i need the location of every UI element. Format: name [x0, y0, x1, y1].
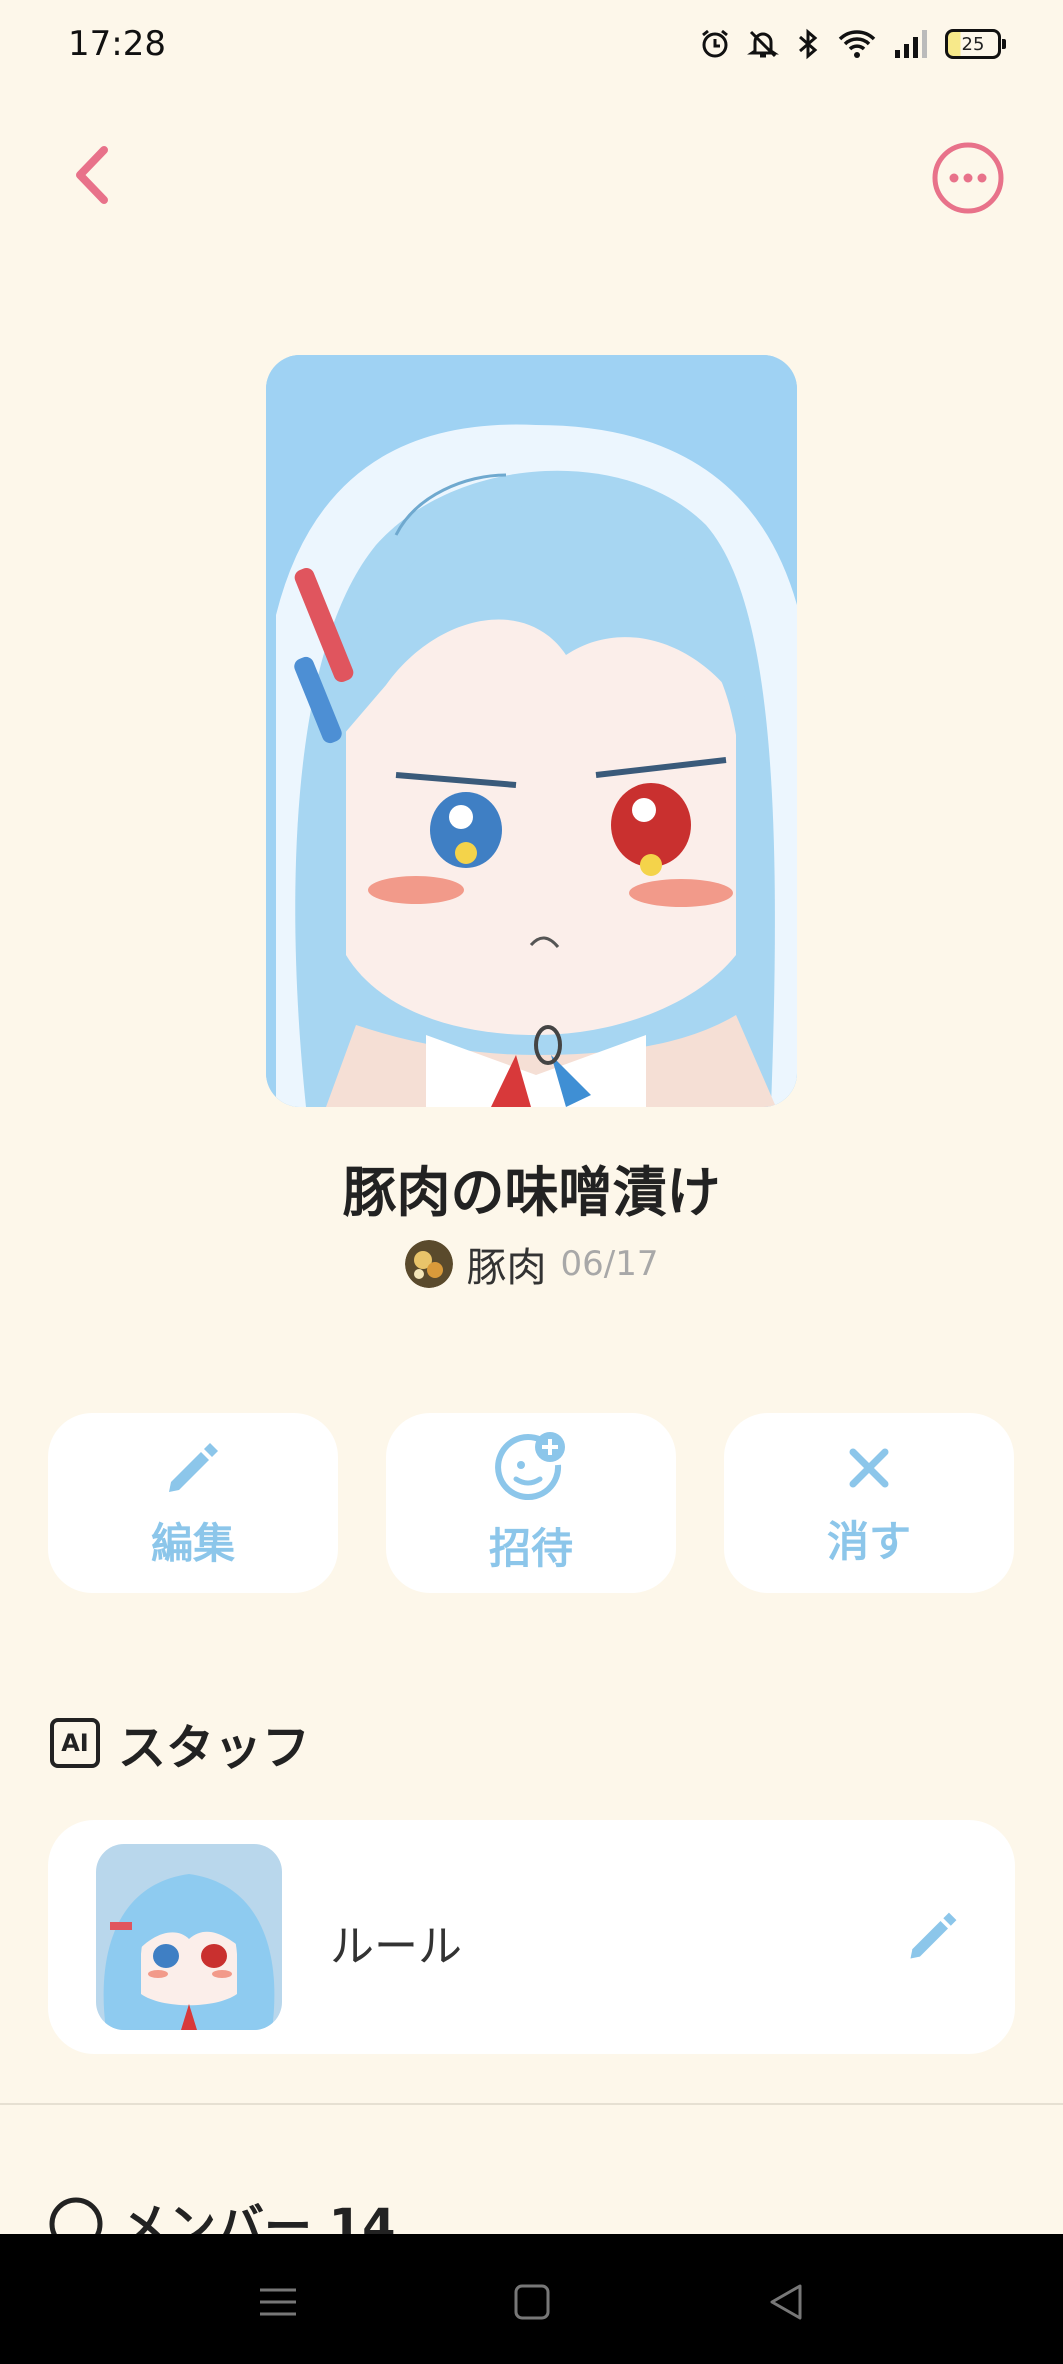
ai-icon: AI [50, 1718, 100, 1768]
bluetooth-icon [799, 28, 818, 60]
bell-off-icon [747, 30, 779, 58]
signal-icon [895, 30, 927, 58]
alarm-icon [702, 29, 728, 58]
close-icon [849, 1448, 889, 1487]
staff-section-title: スタッフ [118, 1720, 311, 1776]
nav-back-button[interactable] [756, 2272, 816, 2332]
cover-image [266, 355, 797, 1107]
section-divider [0, 2103, 1063, 2105]
members-icon [49, 2197, 103, 2236]
chevron-left-icon [76, 146, 108, 204]
delete-button[interactable]: 消す [724, 1413, 1014, 1593]
members-section-header: メンバー 14 [48, 2196, 396, 2236]
system-nav-bar [0, 2234, 1063, 2364]
invite-label: 招待 [488, 1523, 573, 1573]
post-date: 06/17 [560, 1244, 659, 1284]
menu-icon [260, 2288, 296, 2316]
square-icon [514, 2284, 550, 2320]
post-title: 豚肉の味噌漬け [342, 1161, 721, 1224]
author-avatar[interactable] [404, 1240, 453, 1288]
author-row[interactable]: 豚肉 06/17 [0, 1235, 1063, 1293]
staff-avatar [96, 1844, 282, 2030]
invite-button[interactable]: 招待 [386, 1413, 676, 1593]
nav-menu-button[interactable] [248, 2272, 308, 2332]
status-icons: 25 [699, 28, 1006, 60]
triangle-back-icon [770, 2284, 802, 2320]
back-button[interactable] [60, 140, 120, 210]
author-name[interactable]: 豚肉 [467, 1235, 547, 1293]
pencil-icon [910, 1912, 957, 1959]
nav-home-button[interactable] [502, 2272, 562, 2332]
members-section-title: メンバー 14 [120, 2199, 396, 2236]
edit-button[interactable]: 編集 [48, 1413, 338, 1593]
staff-section-header: AI スタッフ [50, 1708, 310, 1778]
wifi-icon [838, 30, 876, 58]
staff-edit-button[interactable] [903, 1906, 963, 1966]
status-time: 17:28 [68, 24, 166, 64]
staff-name: ルール [330, 1921, 462, 1972]
more-icon [932, 142, 1004, 214]
pencil-icon [169, 1442, 218, 1492]
edit-label: 編集 [150, 1518, 235, 1568]
battery-indicator: 25 [945, 29, 1006, 59]
more-options-button[interactable] [930, 140, 1006, 216]
action-buttons: 編集 招待 消す [48, 1413, 1014, 1593]
smile-plus-icon [495, 1431, 565, 1500]
status-bar: 17:28 25 [0, 0, 1063, 95]
delete-label: 消す [826, 1516, 911, 1566]
staff-item[interactable]: ルール [48, 1820, 1015, 2054]
